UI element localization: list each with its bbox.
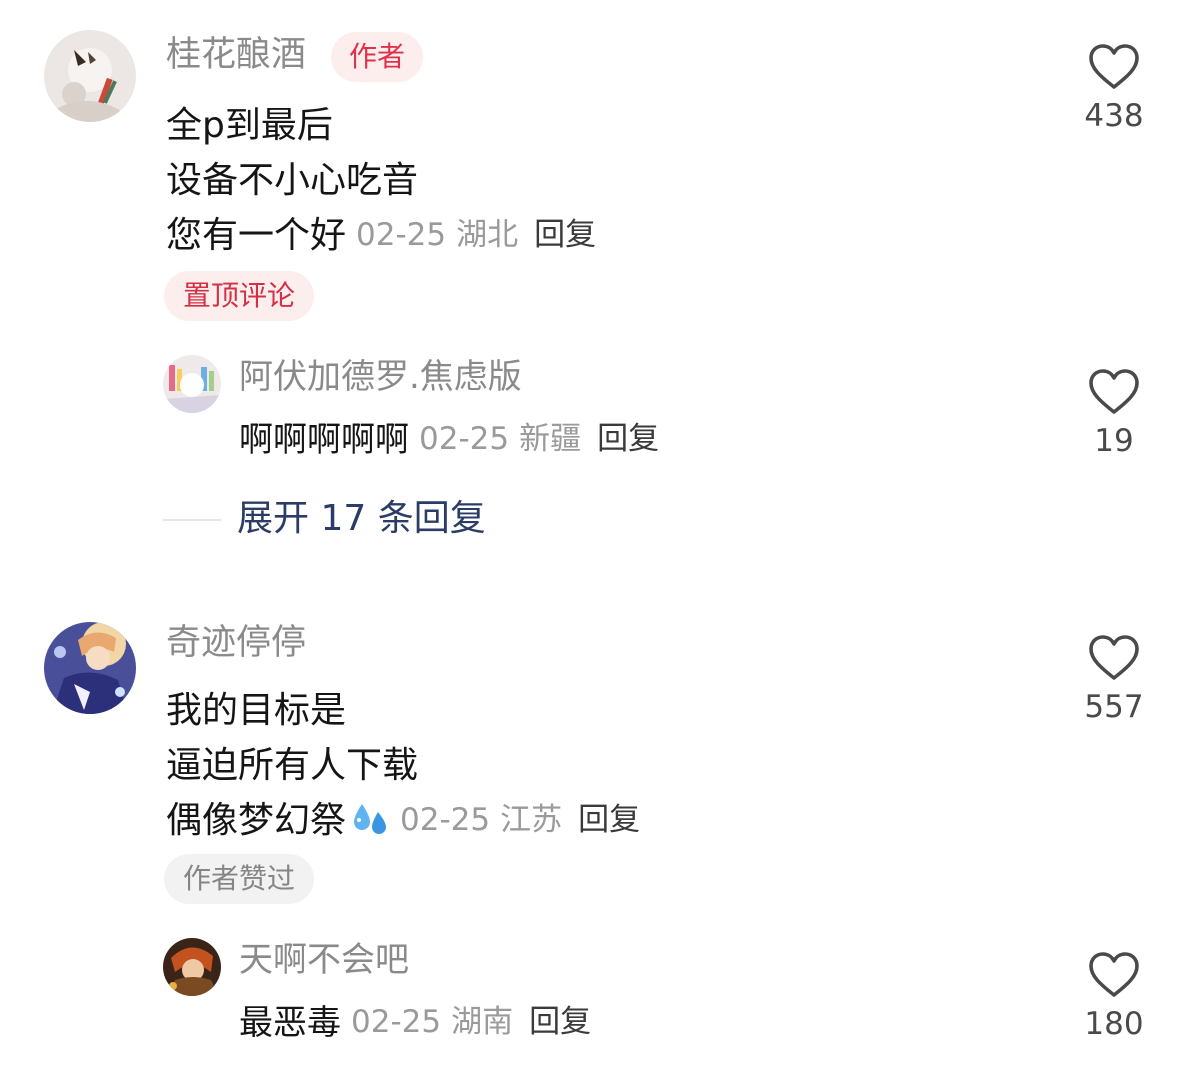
divider — [163, 519, 221, 521]
comment-date: 02-25 — [400, 802, 491, 838]
reply-text: 最恶毒 — [239, 1003, 341, 1043]
like-count: 180 — [1084, 1006, 1144, 1042]
comment-location: 江苏 — [500, 802, 563, 838]
reply-button[interactable]: 回复 — [529, 1004, 591, 1040]
reply-username[interactable]: 阿伏加德罗.焦虑版 — [239, 360, 522, 394]
reply-button[interactable]: 回复 — [578, 802, 640, 838]
avatar[interactable] — [44, 622, 136, 714]
sweat-droplets-icon — [354, 804, 387, 834]
comment-line: 我的目标是 — [166, 690, 347, 731]
reply-avatar[interactable] — [163, 938, 221, 996]
reply-location: 湖南 — [451, 1004, 514, 1040]
like-count: 19 — [1094, 423, 1134, 459]
comment-line: 偶像梦幻祭 02-25 江苏 回复 — [166, 793, 640, 848]
heart-icon — [1089, 952, 1139, 997]
like-button[interactable]: 557 — [1074, 634, 1154, 723]
reply-username[interactable]: 天啊不会吧 — [239, 943, 409, 977]
like-button[interactable]: 180 — [1074, 951, 1154, 1040]
comment-line-text: 您有一个好 — [166, 215, 347, 256]
like-count: 557 — [1084, 689, 1144, 725]
comment-line-text: 偶像梦幻祭 — [166, 800, 347, 841]
heart-icon — [1089, 635, 1139, 680]
reply-button[interactable]: 回复 — [597, 421, 659, 457]
like-count: 438 — [1084, 98, 1144, 134]
reply-content: 啊啊啊啊啊 02-25 新疆 回复 — [239, 417, 659, 461]
reply-line: 最恶毒 02-25 湖南 回复 — [239, 1000, 591, 1044]
comment-line: 全p到最后 — [166, 105, 333, 146]
avatar-image — [163, 938, 221, 996]
like-button[interactable]: 19 — [1074, 368, 1154, 457]
author-tag: 作者 — [331, 32, 423, 82]
comment-content: 我的目标是 逼迫所有人下载 偶像梦幻祭 02-25 江苏 回复 — [166, 683, 640, 848]
avatar-image — [163, 355, 221, 413]
like-button[interactable]: 438 — [1074, 43, 1154, 132]
avatar-image — [44, 30, 136, 122]
reply-avatar[interactable] — [163, 355, 221, 413]
heart-icon — [1089, 44, 1139, 89]
avatar[interactable] — [44, 30, 136, 122]
comment-list: 桂花酿酒 作者 全p到最后 设备不小心吃音 您有一个好 02-25 湖北 回复 置顶评… — [0, 0, 1185, 1080]
comment-username[interactable]: 桂花酿酒 — [166, 38, 306, 73]
comment-date: 02-25 — [356, 217, 447, 253]
expand-replies-label: 展开 17 条回复 — [237, 498, 486, 539]
reply-button[interactable]: 回复 — [534, 217, 596, 253]
comment-location: 湖北 — [456, 217, 519, 253]
comment-line: 设备不小心吃音 — [166, 160, 419, 201]
reply-content: 最恶毒 02-25 湖南 回复 — [239, 1000, 591, 1044]
reply-line: 啊啊啊啊啊 02-25 新疆 回复 — [239, 417, 659, 461]
heart-icon — [1089, 369, 1139, 414]
comment-line: 您有一个好 02-25 湖北 回复 — [166, 208, 596, 263]
comment-line: 逼迫所有人下载 — [166, 745, 419, 786]
reply-date: 02-25 — [419, 421, 510, 457]
author-liked-badge: 作者赞过 — [164, 854, 315, 904]
avatar-image — [44, 622, 136, 714]
reply-date: 02-25 — [351, 1004, 442, 1040]
pinned-comment-badge: 置顶评论 — [164, 271, 315, 321]
reply-location: 新疆 — [519, 421, 582, 457]
comment-username[interactable]: 奇迹停停 — [166, 626, 306, 661]
reply-text: 啊啊啊啊啊 — [239, 420, 409, 460]
comment-content: 全p到最后 设备不小心吃音 您有一个好 02-25 湖北 回复 — [166, 98, 596, 263]
